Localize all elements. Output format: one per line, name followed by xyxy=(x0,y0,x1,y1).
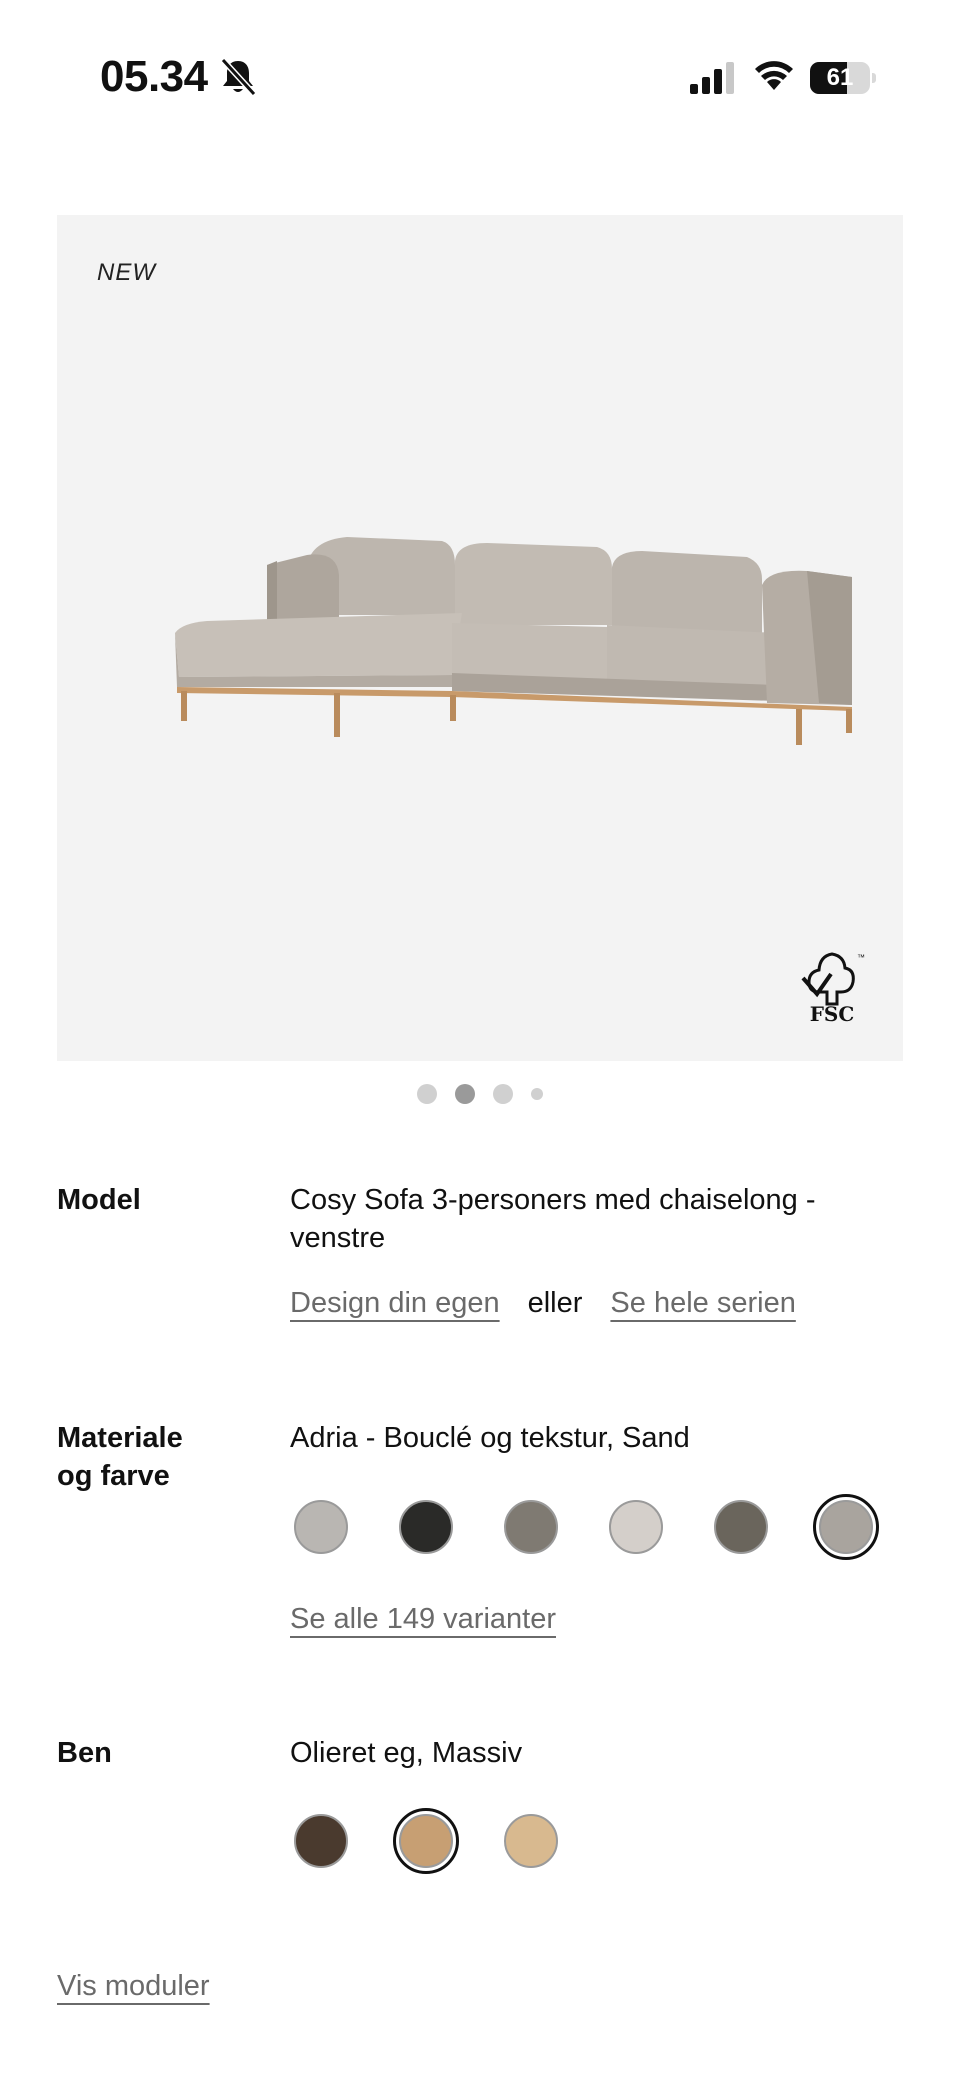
material-swatch-option[interactable] xyxy=(605,1492,710,1562)
or-text: eller xyxy=(527,1287,583,1319)
legs-swatch-option[interactable] xyxy=(290,1806,395,1876)
battery-percentage: 61 xyxy=(826,64,854,91)
product-image[interactable]: NEW ™ FSC xyxy=(57,215,903,1061)
all-variants-link[interactable]: Se alle 149 varianter xyxy=(290,1600,556,1638)
material-swatch-option[interactable] xyxy=(813,1492,920,1562)
material-swatch-option[interactable] xyxy=(500,1492,605,1562)
material-label-line1: Materiale xyxy=(57,1422,183,1454)
battery-icon: 61 xyxy=(810,62,876,94)
design-your-own-link[interactable]: Design din egen xyxy=(290,1287,500,1319)
material-swatch-option[interactable] xyxy=(710,1492,815,1562)
bell-slash-icon xyxy=(220,57,257,97)
show-modules-link[interactable]: Vis moduler xyxy=(57,1967,210,2005)
material-swatch xyxy=(504,1500,558,1554)
carousel-dot[interactable] xyxy=(417,1084,437,1104)
wifi-icon xyxy=(755,61,793,90)
model-label: Model xyxy=(57,1184,141,1216)
carousel-dot[interactable] xyxy=(455,1084,475,1104)
material-swatch-option[interactable] xyxy=(395,1492,500,1562)
legs-swatch-option[interactable] xyxy=(393,1806,500,1876)
status-bar: 05.34 61 xyxy=(0,0,960,160)
carousel-indicator[interactable] xyxy=(0,1084,960,1104)
status-time: 05.34 xyxy=(100,52,208,101)
svg-text:™: ™ xyxy=(857,953,865,962)
new-badge: NEW xyxy=(97,259,156,286)
legs-value: Olieret eg, Massiv xyxy=(290,1737,523,1769)
material-swatch xyxy=(399,1500,453,1554)
carousel-dot[interactable] xyxy=(493,1084,513,1104)
legs-swatch xyxy=(393,1808,459,1874)
material-swatches xyxy=(290,1492,920,1562)
sofa-illustration xyxy=(175,537,852,745)
model-value-line1: Cosy Sofa 3-personers med chaiselong - xyxy=(290,1184,816,1216)
model-links: Design din egen eller Se hele serien xyxy=(290,1284,796,1322)
material-swatch xyxy=(609,1500,663,1554)
cellular-signal-icon xyxy=(690,62,734,94)
material-swatch xyxy=(714,1500,768,1554)
carousel-dot[interactable] xyxy=(531,1088,543,1100)
legs-swatch xyxy=(504,1814,558,1868)
material-swatch-option[interactable] xyxy=(290,1492,395,1562)
legs-swatches xyxy=(290,1806,605,1876)
model-value-line2: venstre xyxy=(290,1222,386,1254)
legs-swatch-option[interactable] xyxy=(500,1806,605,1876)
material-swatch xyxy=(294,1500,348,1554)
see-series-link[interactable]: Se hele serien xyxy=(610,1287,795,1319)
material-label-line2: og farve xyxy=(57,1460,170,1492)
legs-swatch xyxy=(294,1814,348,1868)
fsc-logo: ™ FSC xyxy=(797,950,867,1030)
legs-label: Ben xyxy=(57,1737,112,1769)
material-swatch xyxy=(813,1494,879,1560)
material-value: Adria - Bouclé og tekstur, Sand xyxy=(290,1422,690,1454)
